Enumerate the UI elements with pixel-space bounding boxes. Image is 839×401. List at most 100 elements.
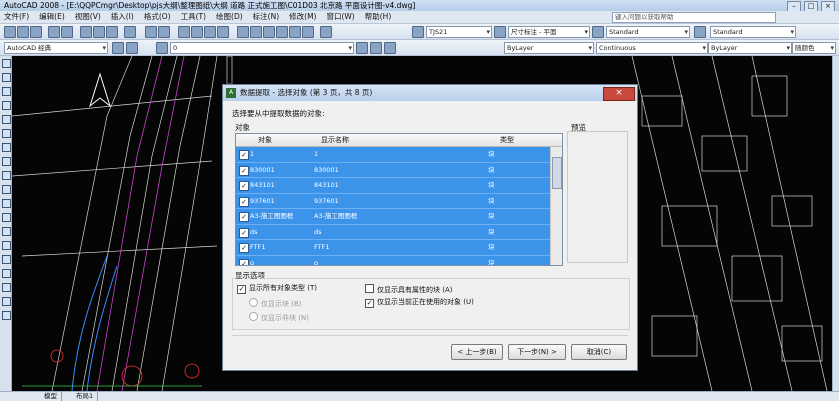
- attribute-blocks-checkbox[interactable]: [365, 284, 374, 293]
- row-checkbox[interactable]: ✓: [239, 150, 249, 160]
- line-tool-icon[interactable]: [2, 59, 11, 68]
- list-item[interactable]: ✓ ds ds 块: [236, 224, 550, 240]
- attribute-blocks-option[interactable]: 仅显示具有属性的块 (A): [365, 284, 452, 295]
- menu-dimension[interactable]: 标注(N): [253, 11, 279, 23]
- gradient-icon[interactable]: [2, 269, 11, 278]
- zoom-previous-icon[interactable]: [217, 26, 229, 38]
- next-button[interactable]: 下一步(N) >: [508, 344, 566, 360]
- sheet-set-icon[interactable]: [276, 26, 288, 38]
- show-all-types-option[interactable]: ✓ 显示所有对象类型 (T): [237, 284, 317, 294]
- markup-icon[interactable]: [289, 26, 301, 38]
- table-icon[interactable]: [2, 297, 11, 306]
- layer-select[interactable]: 0: [170, 42, 354, 54]
- insert-block-icon[interactable]: [2, 213, 11, 222]
- construction-line-icon[interactable]: [2, 73, 11, 82]
- tool-palettes-icon[interactable]: [263, 26, 275, 38]
- hatch-icon[interactable]: [2, 255, 11, 264]
- row-checkbox[interactable]: ✓: [239, 181, 249, 191]
- workspace-select[interactable]: AutoCAD 经典: [4, 42, 108, 54]
- scrollbar-thumb[interactable]: [552, 157, 562, 189]
- multileader-style-select[interactable]: Standard: [710, 26, 796, 38]
- properties-icon[interactable]: [237, 26, 249, 38]
- spline-icon[interactable]: [2, 171, 11, 180]
- undo-icon[interactable]: [145, 26, 157, 38]
- design-center-icon[interactable]: [250, 26, 262, 38]
- redo-icon[interactable]: [158, 26, 170, 38]
- objects-list[interactable]: 对象 显示名称 类型 ✓ 1 1 块 ✓ 830001 830001 块 ✓ 843101 84…: [235, 133, 563, 266]
- circle-icon[interactable]: [2, 143, 11, 152]
- in-use-only-option[interactable]: ✓ 仅显示当前正在使用的对象 (U): [365, 298, 474, 308]
- table-style-select[interactable]: Standard: [606, 26, 690, 38]
- row-checkbox[interactable]: ✓: [239, 196, 249, 207]
- row-checkbox[interactable]: ✓: [239, 243, 249, 253]
- menu-insert[interactable]: 插入(I): [111, 11, 134, 23]
- zoom-realtime-icon[interactable]: [191, 26, 203, 38]
- list-item[interactable]: ✓ g g 块: [236, 255, 550, 265]
- menu-help[interactable]: 帮助(H): [365, 11, 392, 23]
- row-checkbox[interactable]: ✓: [239, 227, 249, 238]
- layer-manager-icon[interactable]: [126, 42, 138, 54]
- region-icon[interactable]: [2, 283, 11, 292]
- print-icon[interactable]: [48, 26, 60, 38]
- list-item[interactable]: ✓ FTF1 FTF1 块: [236, 240, 550, 256]
- nonblocks-only-option[interactable]: 仅显示非块 (N): [249, 312, 309, 323]
- in-use-only-checkbox[interactable]: ✓: [365, 299, 374, 308]
- cut-icon[interactable]: [80, 26, 92, 38]
- arc-icon[interactable]: [2, 129, 11, 138]
- help-search-input[interactable]: 键入问题以获取帮助: [612, 12, 776, 23]
- list-item[interactable]: ✓ 830001 830001 块: [236, 162, 550, 178]
- row-checkbox[interactable]: ✓: [239, 165, 249, 176]
- ellipse-icon[interactable]: [2, 185, 11, 194]
- menu-window[interactable]: 窗口(W): [326, 11, 354, 23]
- save-icon[interactable]: [30, 26, 42, 38]
- list-item[interactable]: ✓ 1 1 块: [236, 147, 550, 163]
- back-button[interactable]: < 上一步(B): [451, 344, 503, 360]
- preview-icon[interactable]: [61, 26, 73, 38]
- menu-draw[interactable]: 绘图(D): [216, 11, 243, 23]
- lineweight-select[interactable]: ByLayer: [708, 42, 792, 54]
- zoom-window-icon[interactable]: [204, 26, 216, 38]
- make-block-icon[interactable]: [2, 227, 11, 236]
- dialog-close-button[interactable]: ×: [603, 87, 635, 101]
- menu-modify[interactable]: 修改(M): [289, 11, 316, 23]
- linetype-select[interactable]: Continuous: [596, 42, 708, 54]
- paste-icon[interactable]: [106, 26, 118, 38]
- revision-cloud-icon[interactable]: [2, 157, 11, 166]
- column-header-display-name[interactable]: 显示名称: [321, 134, 349, 146]
- right-scroll-strip[interactable]: [832, 56, 839, 391]
- layer-translate-icon[interactable]: [384, 42, 396, 54]
- quickcalc-icon[interactable]: [302, 26, 314, 38]
- make-current-layer-icon[interactable]: [356, 42, 368, 54]
- new-file-icon[interactable]: [4, 26, 16, 38]
- workspace-settings-icon[interactable]: [112, 42, 124, 54]
- nonblocks-only-radio[interactable]: [249, 312, 258, 321]
- polyline-icon[interactable]: [2, 87, 11, 96]
- menu-edit[interactable]: 编辑(E): [39, 11, 65, 23]
- show-all-types-checkbox[interactable]: ✓: [237, 285, 246, 294]
- layer-previous-icon[interactable]: [370, 42, 382, 54]
- menu-view[interactable]: 视图(V): [75, 11, 101, 23]
- text-style-select[interactable]: TJS21: [426, 26, 492, 38]
- list-item[interactable]: ✓ 937601 937601 块: [236, 193, 550, 209]
- blocks-only-radio[interactable]: [249, 298, 258, 307]
- row-checkbox[interactable]: ✓: [239, 212, 249, 222]
- match-properties-icon[interactable]: [124, 26, 136, 38]
- plot-style-select[interactable]: 随颜色: [792, 42, 836, 54]
- list-item[interactable]: ✓ A3-施工图图框 A3-施工图图框块: [236, 209, 550, 225]
- column-header-object[interactable]: 对象: [258, 134, 272, 146]
- mtext-icon[interactable]: [2, 311, 11, 320]
- cancel-button[interactable]: 取消(C): [571, 344, 627, 360]
- pan-icon[interactable]: [178, 26, 190, 38]
- column-header-type[interactable]: 类型: [500, 134, 514, 146]
- color-select[interactable]: ByLayer: [504, 42, 594, 54]
- rectangle-icon[interactable]: [2, 115, 11, 124]
- polygon-icon[interactable]: [2, 101, 11, 110]
- ellipse-arc-icon[interactable]: [2, 199, 11, 208]
- dim-style-select[interactable]: 尺寸标注 - 平面: [508, 26, 590, 38]
- list-item[interactable]: ✓ 843101 843101 块: [236, 178, 550, 194]
- row-checkbox[interactable]: ✓: [239, 258, 249, 265]
- point-icon[interactable]: [2, 241, 11, 250]
- list-scrollbar[interactable]: [550, 147, 562, 265]
- menu-tools[interactable]: 工具(T): [181, 11, 206, 23]
- copy-icon[interactable]: [93, 26, 105, 38]
